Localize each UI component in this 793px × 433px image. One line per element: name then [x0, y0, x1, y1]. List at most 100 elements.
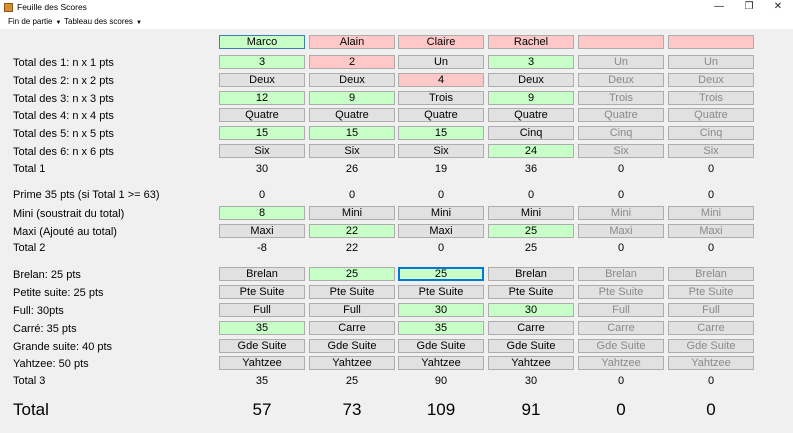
score-button-mini[interactable]: 8 — [219, 206, 305, 220]
score-button-threes[interactable]: Trois — [668, 91, 754, 105]
player-name-field[interactable]: Alain — [309, 35, 395, 49]
score-button-maxi[interactable]: 25 — [488, 224, 574, 238]
player-name-field[interactable] — [668, 35, 754, 49]
score-button-mini[interactable]: Mini — [578, 206, 664, 220]
total-value-total2: 25 — [524, 242, 538, 254]
score-button-full[interactable]: Full — [578, 303, 664, 317]
score-button-brelan[interactable]: Brelan — [578, 267, 664, 281]
score-button-fours[interactable]: Quatre — [668, 108, 754, 122]
score-button-fives[interactable]: Cinq — [488, 126, 574, 140]
total-value-total3: 30 — [524, 375, 538, 387]
score-button-maxi[interactable]: Maxi — [398, 224, 484, 238]
score-button-threes[interactable]: Trois — [398, 91, 484, 105]
player-name-field[interactable]: Marco — [219, 35, 305, 49]
score-button-fives[interactable]: Cinq — [578, 126, 664, 140]
score-button-sixes[interactable]: 24 — [488, 144, 574, 158]
score-button-threes[interactable]: 9 — [488, 91, 574, 105]
score-button-grande[interactable]: Gde Suite — [668, 339, 754, 353]
score-button-yahtzee[interactable]: Yahtzee — [578, 356, 664, 370]
score-button-grande[interactable]: Gde Suite — [309, 339, 395, 353]
score-button-carre[interactable]: Carre — [309, 321, 395, 335]
score-button-fives[interactable]: 15 — [309, 126, 395, 140]
score-button-grande[interactable]: Gde Suite — [219, 339, 305, 353]
score-button-brelan[interactable]: Brelan — [668, 267, 754, 281]
score-button-ones[interactable]: Un — [668, 55, 754, 69]
score-button-fours[interactable]: Quatre — [488, 108, 574, 122]
score-button-ones[interactable]: 3 — [219, 55, 305, 69]
player-name-field[interactable]: Claire — [398, 35, 484, 49]
score-button-petite[interactable]: Pte Suite — [398, 285, 484, 299]
score-button-fours[interactable]: Quatre — [309, 108, 395, 122]
row-label-total1: Total 1 — [13, 163, 46, 175]
score-button-fives[interactable]: Cinq — [668, 126, 754, 140]
score-button-carre[interactable]: 35 — [219, 321, 305, 335]
score-button-ones[interactable]: Un — [398, 55, 484, 69]
total-value-total1: 36 — [524, 163, 538, 175]
menu-tableau-des-scores[interactable]: Tableau des scores ▼ — [64, 17, 142, 26]
score-button-full[interactable]: 30 — [488, 303, 574, 317]
menu-fin-de-partie[interactable]: Fin de partie ▼ — [8, 17, 61, 26]
score-button-yahtzee[interactable]: Yahtzee — [488, 356, 574, 370]
score-button-twos[interactable]: Deux — [578, 73, 664, 87]
score-button-ones[interactable]: 2 — [309, 55, 395, 69]
score-button-mini[interactable]: Mini — [668, 206, 754, 220]
score-button-mini[interactable]: Mini — [398, 206, 484, 220]
score-button-fives[interactable]: 15 — [398, 126, 484, 140]
score-button-mini[interactable]: Mini — [309, 206, 395, 220]
score-button-threes[interactable]: Trois — [578, 91, 664, 105]
score-button-grande[interactable]: Gde Suite — [488, 339, 574, 353]
score-button-sixes[interactable]: Six — [578, 144, 664, 158]
score-button-carre[interactable]: Carre — [488, 321, 574, 335]
close-button[interactable]: ✕ — [764, 0, 792, 15]
score-button-sixes[interactable]: Six — [309, 144, 395, 158]
score-button-threes[interactable]: 12 — [219, 91, 305, 105]
score-button-ones[interactable]: 3 — [488, 55, 574, 69]
player-name-field[interactable] — [578, 35, 664, 49]
score-button-yahtzee[interactable]: Yahtzee — [398, 356, 484, 370]
score-button-twos[interactable]: 4 — [398, 73, 484, 87]
score-button-mini[interactable]: Mini — [488, 206, 574, 220]
score-button-petite[interactable]: Pte Suite — [488, 285, 574, 299]
score-button-full[interactable]: Full — [219, 303, 305, 317]
score-button-fives[interactable]: 15 — [219, 126, 305, 140]
score-button-petite[interactable]: Pte Suite — [668, 285, 754, 299]
score-button-yahtzee[interactable]: Yahtzee — [309, 356, 395, 370]
score-button-ones[interactable]: Un — [578, 55, 664, 69]
score-button-petite[interactable]: Pte Suite — [578, 285, 664, 299]
score-button-grande[interactable]: Gde Suite — [398, 339, 484, 353]
score-button-petite[interactable]: Pte Suite — [219, 285, 305, 299]
score-button-brelan[interactable]: Brelan — [219, 267, 305, 281]
score-button-sixes[interactable]: Six — [398, 144, 484, 158]
score-button-full[interactable]: Full — [668, 303, 754, 317]
score-button-maxi[interactable]: Maxi — [668, 224, 754, 238]
score-button-fours[interactable]: Quatre — [578, 108, 664, 122]
score-button-grande[interactable]: Gde Suite — [578, 339, 664, 353]
score-button-twos[interactable]: Deux — [309, 73, 395, 87]
score-button-sixes[interactable]: Six — [668, 144, 754, 158]
score-button-maxi[interactable]: 22 — [309, 224, 395, 238]
score-button-yahtzee[interactable]: Yahtzee — [219, 356, 305, 370]
score-button-full[interactable]: 30 — [398, 303, 484, 317]
score-button-brelan[interactable]: Brelan — [488, 267, 574, 281]
score-button-fours[interactable]: Quatre — [219, 108, 305, 122]
score-button-maxi[interactable]: Maxi — [578, 224, 664, 238]
score-button-twos[interactable]: Deux — [488, 73, 574, 87]
score-button-twos[interactable]: Deux — [219, 73, 305, 87]
score-button-threes[interactable]: 9 — [309, 91, 395, 105]
score-button-full[interactable]: Full — [309, 303, 395, 317]
score-button-maxi[interactable]: Maxi — [219, 224, 305, 238]
score-button-carre[interactable]: Carre — [578, 321, 664, 335]
score-button-brelan[interactable]: 25 — [309, 267, 395, 281]
total-value-total1: 0 — [707, 163, 715, 175]
score-button-brelan[interactable]: 25 — [398, 267, 484, 281]
score-button-carre[interactable]: 35 — [398, 321, 484, 335]
score-button-sixes[interactable]: Six — [219, 144, 305, 158]
score-button-yahtzee[interactable]: Yahtzee — [668, 356, 754, 370]
score-button-fours[interactable]: Quatre — [398, 108, 484, 122]
player-name-field[interactable]: Rachel — [488, 35, 574, 49]
maximize-button[interactable]: ❐ — [735, 0, 763, 15]
score-button-carre[interactable]: Carre — [668, 321, 754, 335]
score-button-twos[interactable]: Deux — [668, 73, 754, 87]
minimize-button[interactable]: — — [705, 0, 733, 15]
score-button-petite[interactable]: Pte Suite — [309, 285, 395, 299]
